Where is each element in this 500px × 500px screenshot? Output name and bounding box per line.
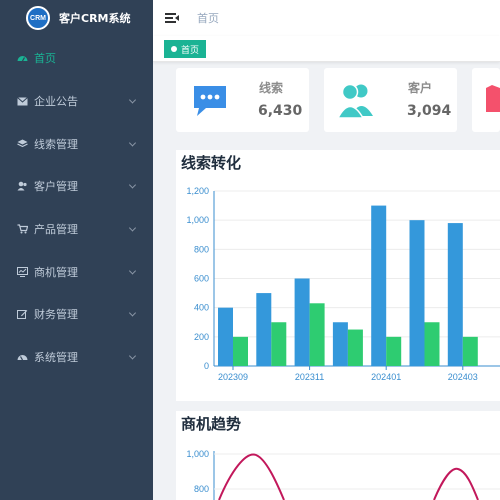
bar <box>371 205 387 366</box>
bar <box>256 293 272 366</box>
y-tick-label: 400 <box>194 303 209 313</box>
stat-icon-partial <box>486 85 500 112</box>
stat-value: 3,094 <box>407 103 452 119</box>
sidebar-menu: 首页 企业公告 线索管理 客户管理 产品管理 商机管理 财务管理 系统管理 <box>0 37 153 379</box>
stat-label: 客户 <box>408 81 433 95</box>
chart-panel-opportunity-trend: 商机趋势 800 1,000 <box>176 411 500 500</box>
chevron-down-icon <box>128 224 137 232</box>
bar <box>447 223 463 366</box>
sidebar-item-finance[interactable]: 财务管理 <box>0 293 153 336</box>
menu-toggle-icon[interactable] <box>165 13 179 23</box>
people-icon <box>336 83 373 119</box>
series-line <box>218 453 285 500</box>
sidebar-item-announcements[interactable]: 企业公告 <box>0 80 153 123</box>
chevron-down-icon <box>128 96 137 104</box>
tag-label: 首页 <box>181 45 200 56</box>
bar <box>309 303 325 366</box>
stat-card-leads[interactable]: 线索 6,430 <box>176 68 309 132</box>
y-tick-label: 1,000 <box>186 449 209 459</box>
edit-icon <box>16 308 28 320</box>
monitor-icon <box>16 266 28 278</box>
y-tick-label: 1,000 <box>186 215 209 225</box>
bar <box>218 307 233 366</box>
bar <box>271 322 287 366</box>
chevron-down-icon <box>128 267 137 275</box>
sidebar-item-label: 产品管理 <box>34 223 78 237</box>
sidebar-item-home[interactable]: 首页 <box>0 37 153 80</box>
chat-icon <box>194 86 226 116</box>
bar <box>462 336 478 366</box>
stat-value: 6,430 <box>258 103 303 119</box>
x-tick-label: 202309 <box>218 372 248 382</box>
tag-home[interactable]: 首页 <box>164 40 207 58</box>
chevron-down-icon <box>128 181 137 189</box>
y-tick-label: 800 <box>194 244 209 254</box>
tags-view: 首页 <box>153 36 500 62</box>
sidebar-item-opportunities[interactable]: 商机管理 <box>0 250 153 293</box>
app-title: 客户CRM系统 <box>59 12 131 25</box>
dashboard-icon <box>16 52 28 64</box>
sidebar-item-customers[interactable]: 客户管理 <box>0 165 153 208</box>
series-line <box>433 467 479 500</box>
sidebar-item-label: 系统管理 <box>34 351 78 365</box>
navbar: 首页 <box>153 0 500 36</box>
users-icon <box>16 180 28 192</box>
x-tick-label: 202311 <box>295 372 324 382</box>
line-chart: 800 1,000 <box>186 449 500 500</box>
y-tick-label: 600 <box>194 274 209 284</box>
chevron-down-icon <box>128 139 137 147</box>
mail-icon <box>16 95 28 107</box>
layers-icon <box>16 138 28 150</box>
x-tick-label: 202401 <box>371 372 401 382</box>
x-tick-label: 202403 <box>448 372 478 382</box>
bar <box>233 336 248 366</box>
bar <box>386 336 402 366</box>
y-tick-label: 1,200 <box>186 186 209 196</box>
breadcrumb[interactable]: 首页 <box>197 10 219 26</box>
chevron-down-icon <box>128 309 137 318</box>
bar <box>424 322 440 366</box>
sidebar-item-label: 首页 <box>34 52 56 66</box>
chevron-down-icon <box>128 352 137 360</box>
sidebar-item-label: 线索管理 <box>34 137 78 151</box>
sidebar-item-system[interactable]: 系统管理 <box>0 336 153 379</box>
chart-panel-lead-conversion: 线索转化 0 200 400 600 800 1,000 1,200 202309 202311… <box>176 150 500 401</box>
y-tick-label: 0 <box>204 361 209 371</box>
y-tick-label: 200 <box>194 332 209 342</box>
stat-card-customers[interactable]: 客户 3,094 <box>324 68 457 132</box>
bar <box>332 322 348 366</box>
stat-card-partial[interactable] <box>472 68 500 132</box>
active-dot-icon <box>171 46 177 52</box>
sidebar-item-label: 客户管理 <box>34 180 78 194</box>
y-tick-label: 800 <box>194 484 209 494</box>
gauge-icon <box>16 351 28 363</box>
crm-logo: CRM <box>26 6 50 30</box>
stat-label: 线索 <box>259 81 284 95</box>
brand[interactable]: CRM 客户CRM系统 <box>0 0 153 36</box>
cart-icon <box>16 223 28 235</box>
bar-chart: 0 200 400 600 800 1,000 1,200 202309 202311 20240… <box>186 186 500 382</box>
sidebar-item-label: 商机管理 <box>34 265 78 279</box>
bar <box>347 329 363 366</box>
sidebar-item-products[interactable]: 产品管理 <box>0 208 153 251</box>
sidebar-item-label: 财务管理 <box>34 308 78 322</box>
bar <box>409 220 425 366</box>
sidebar-item-label: 企业公告 <box>34 95 78 109</box>
bar <box>294 278 310 366</box>
sidebar-item-leads[interactable]: 线索管理 <box>0 122 153 165</box>
sidebar: CRM 客户CRM系统 首页 企业公告 线索管理 客户管理 产品管理 商机管理 … <box>0 0 153 500</box>
